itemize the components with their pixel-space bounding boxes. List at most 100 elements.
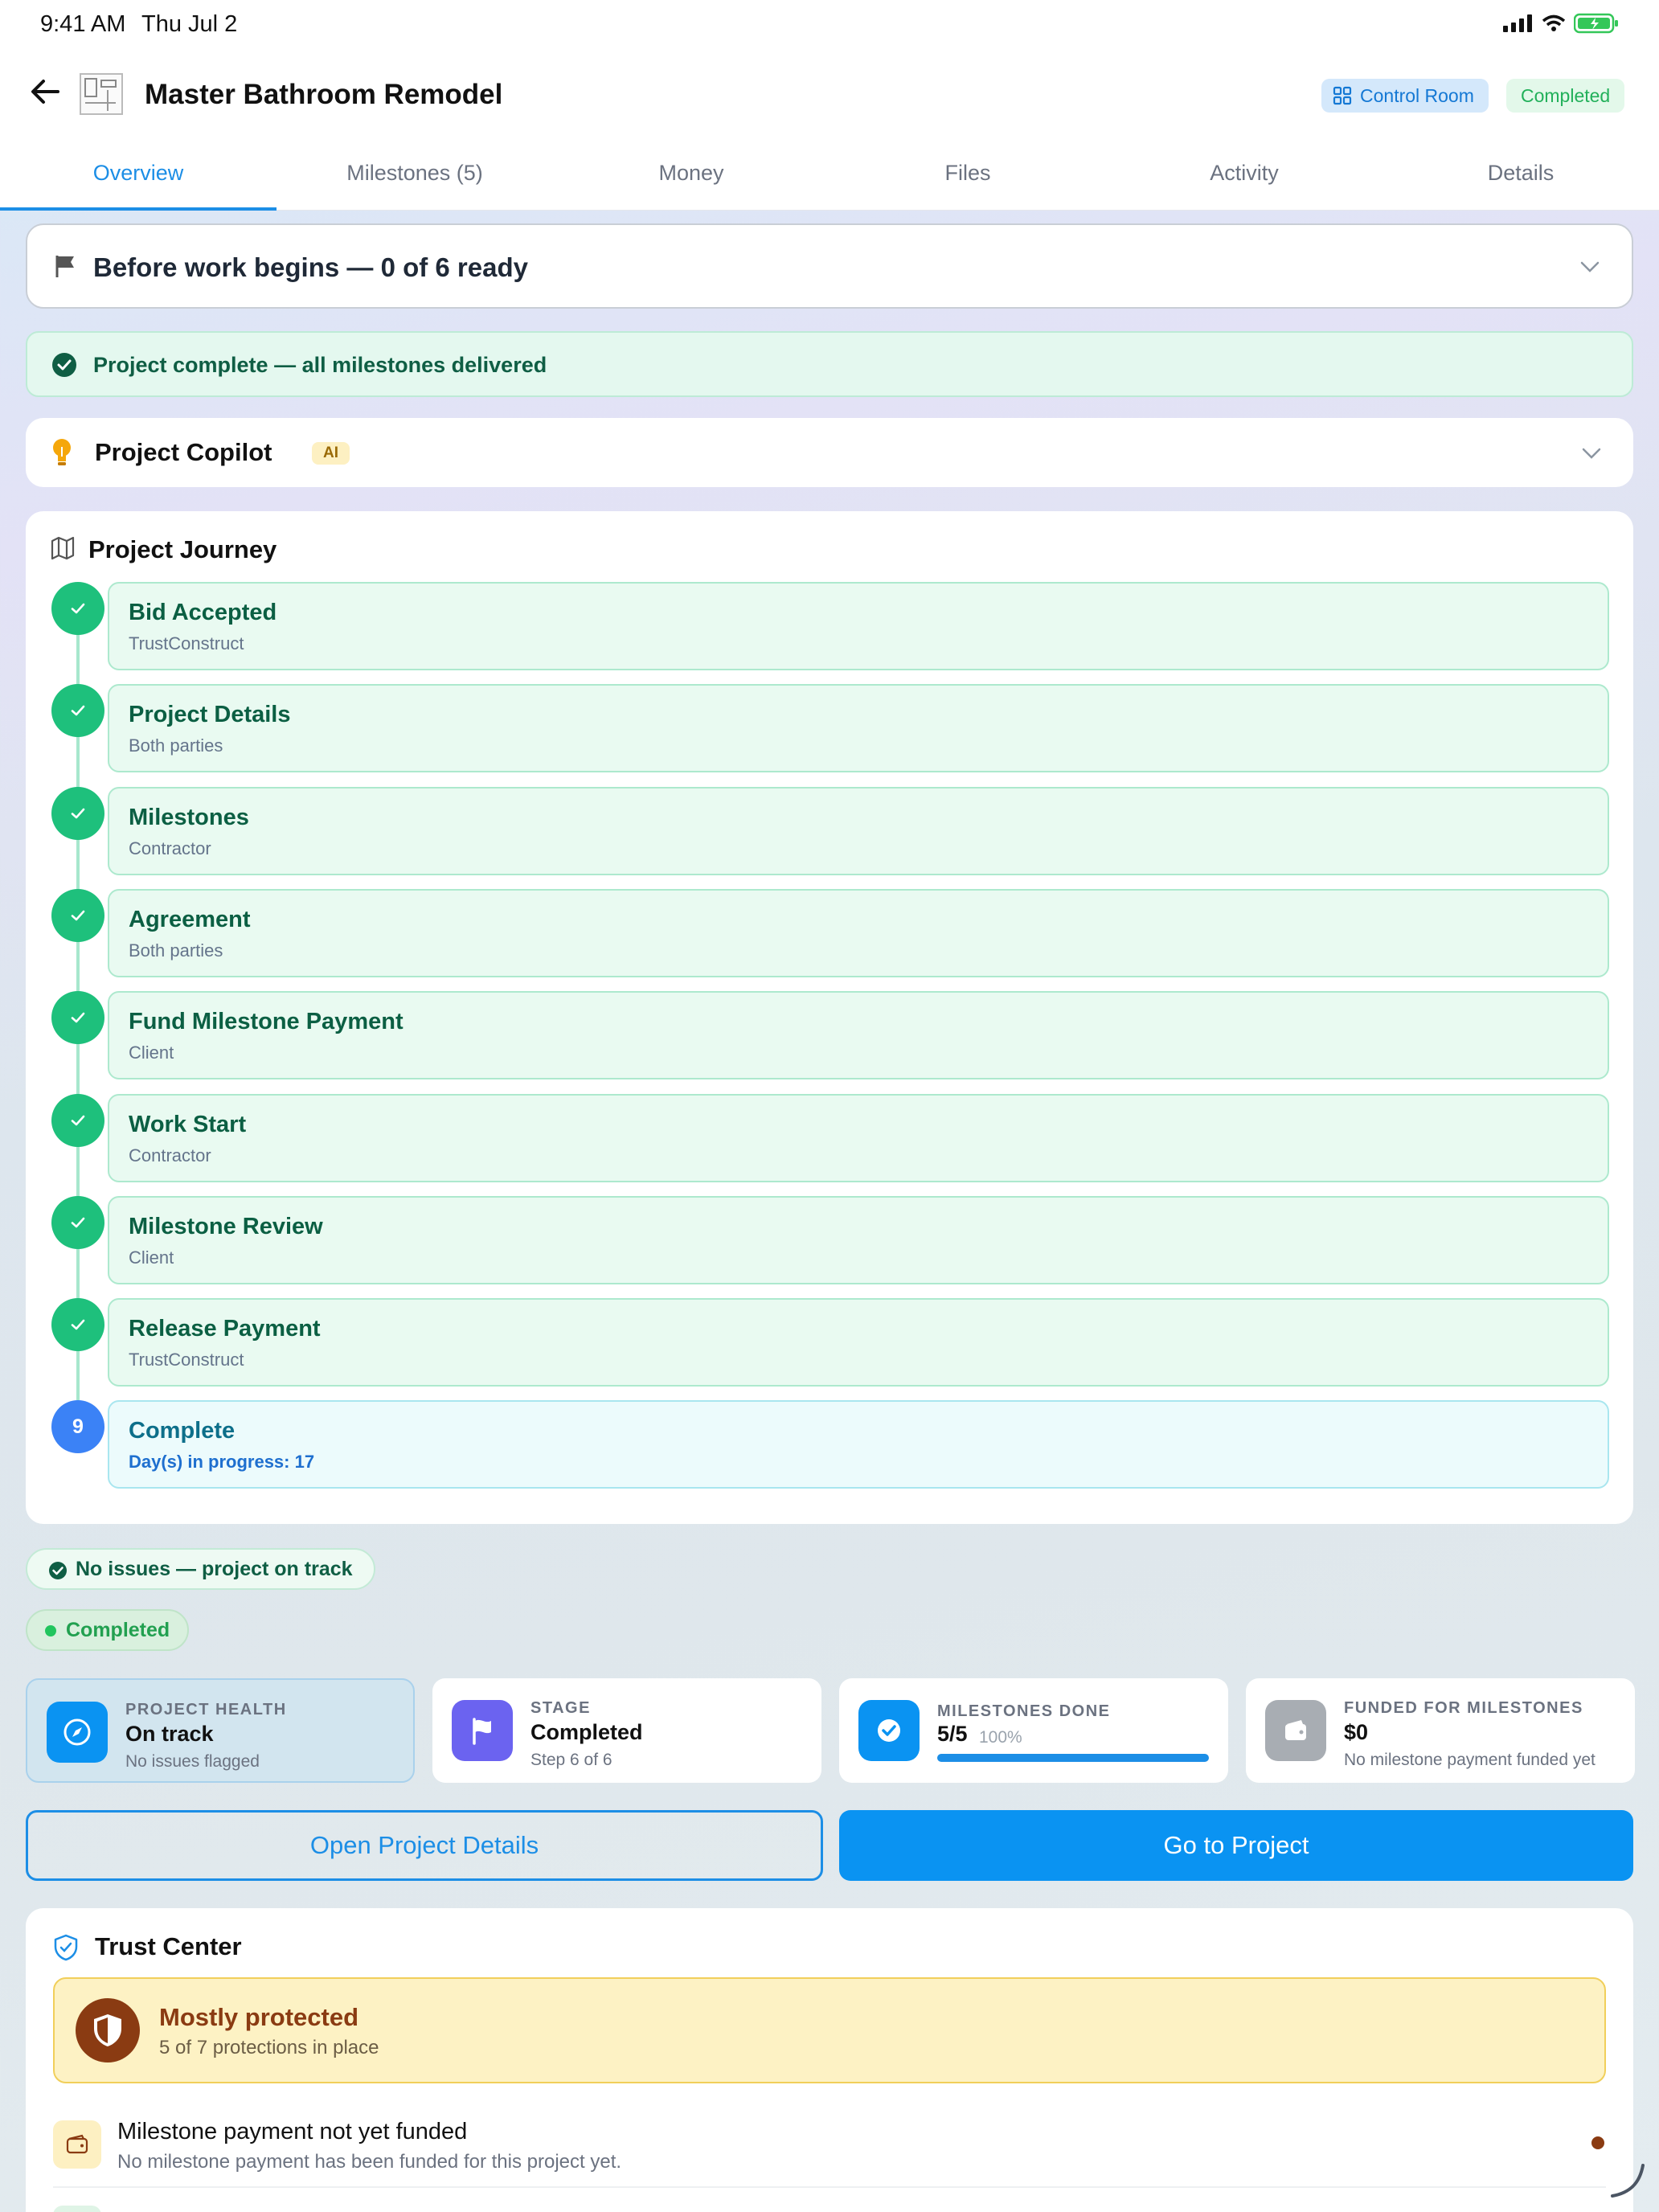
stat-sub: Step 6 of 6 xyxy=(530,1751,612,1769)
stat-value: Completed xyxy=(530,1720,643,1744)
tab-money[interactable]: Money xyxy=(553,148,830,210)
completed-chip: Completed xyxy=(26,1609,190,1651)
journey-step-sub: Client xyxy=(129,1043,174,1063)
trust-item[interactable]: Milestone payment not yet funded No mile… xyxy=(53,2119,1606,2188)
no-issues-chip: No issues — project on track xyxy=(26,1548,375,1590)
chevron-down-icon xyxy=(1580,261,1600,272)
journey-step-name: Fund Milestone Payment xyxy=(129,1009,403,1034)
check-circle-icon xyxy=(49,1562,67,1579)
tab-bar: Overview Milestones (5) Money Files Acti… xyxy=(0,148,1659,211)
stat-funded[interactable]: FUNDED FOR MILESTONES $0 No milestone pa… xyxy=(1246,1678,1635,1783)
resize-handle-icon[interactable] xyxy=(1608,2161,1648,2201)
journey-step-sub: Contractor xyxy=(129,838,211,858)
journey-step[interactable]: Work Start Contractor xyxy=(108,1094,1609,1182)
stat-label: MILESTONES DONE xyxy=(937,1702,1111,1720)
top-bar: 9:41 AM Thu Jul 2 Master Bathroom Remode… xyxy=(0,0,1659,211)
stat-milestones-done[interactable]: MILESTONES DONE 5/5 100% xyxy=(839,1678,1228,1783)
check-icon xyxy=(51,1196,104,1249)
open-project-details-button[interactable]: Open Project Details xyxy=(26,1810,823,1881)
journey-step-name: Bid Accepted xyxy=(129,600,277,625)
chevron-down-icon xyxy=(1582,448,1601,459)
check-icon xyxy=(51,1298,104,1351)
flag-icon xyxy=(55,256,74,277)
wallet-icon xyxy=(53,2120,101,2169)
wifi-icon xyxy=(1542,14,1566,31)
lightbulb-icon xyxy=(53,439,71,465)
journey-step[interactable]: Milestone Review Client xyxy=(108,1196,1609,1284)
stat-sub: No issues flagged xyxy=(125,1752,260,1771)
control-room-label: Control Room xyxy=(1360,84,1474,106)
stat-project-health[interactable]: PROJECT HEALTH On track No issues flagge… xyxy=(26,1678,415,1783)
step-number-badge: 9 xyxy=(51,1400,104,1453)
page-title: Master Bathroom Remodel xyxy=(145,79,503,110)
copilot-title: Project Copilot xyxy=(95,438,272,466)
wallet-icon xyxy=(1265,1700,1326,1761)
check-icon xyxy=(51,991,104,1044)
project-thumbnail xyxy=(80,73,123,115)
stat-percent: 100% xyxy=(979,1728,1022,1747)
grid-icon xyxy=(1333,86,1352,105)
protection-level: Mostly protected xyxy=(159,2003,359,2031)
journey-step[interactable]: Agreement Both parties xyxy=(108,889,1609,977)
stat-sub: No milestone payment funded yet xyxy=(1344,1751,1596,1769)
journey-step[interactable]: Fund Milestone Payment Client xyxy=(108,991,1609,1079)
journey-step[interactable]: Bid Accepted TrustConstruct xyxy=(108,582,1609,670)
before-work-panel[interactable]: Before work begins — 0 of 6 ready xyxy=(26,223,1633,309)
journey-title: Project Journey xyxy=(88,535,277,563)
trust-item-title: Milestone payment not yet funded xyxy=(117,2119,468,2144)
trust-item-icon-partial xyxy=(53,2206,101,2212)
journey-step[interactable]: Milestones Contractor xyxy=(108,787,1609,875)
protection-count: 5 of 7 protections in place xyxy=(159,2037,379,2058)
journey-step-name: Agreement xyxy=(129,907,251,932)
check-icon xyxy=(51,787,104,840)
back-button[interactable] xyxy=(26,72,64,111)
check-icon xyxy=(51,889,104,942)
flag-icon xyxy=(452,1700,513,1761)
tab-milestones[interactable]: Milestones (5) xyxy=(276,148,553,210)
stat-label: STAGE xyxy=(530,1699,591,1717)
check-circle-icon xyxy=(858,1700,920,1761)
status-time: 9:41 AM xyxy=(40,11,126,37)
tab-activity[interactable]: Activity xyxy=(1106,148,1382,210)
check-icon xyxy=(51,684,104,737)
tab-overview[interactable]: Overview xyxy=(0,148,276,211)
journey-step-sub: TrustConstruct xyxy=(129,633,244,653)
cellular-signal-icon xyxy=(1503,14,1532,32)
status-dot xyxy=(1591,2136,1604,2149)
battery-icon xyxy=(1574,13,1618,34)
check-circle-icon xyxy=(52,353,76,377)
journey-step-sub: TrustConstruct xyxy=(129,1350,244,1370)
stat-label: PROJECT HEALTH xyxy=(125,1701,287,1718)
no-issues-text: No issues — project on track xyxy=(76,1557,353,1580)
journey-step-name: Release Payment xyxy=(129,1316,321,1342)
tab-details[interactable]: Details xyxy=(1382,148,1659,210)
journey-step-name: Milestones xyxy=(129,805,249,830)
project-complete-text: Project complete — all milestones delive… xyxy=(93,353,547,377)
journey-step[interactable]: Project Details Both parties xyxy=(108,684,1609,772)
protection-level-box: Mostly protected 5 of 7 protections in p… xyxy=(53,1977,1606,2083)
tab-files[interactable]: Files xyxy=(830,148,1106,210)
shield-icon xyxy=(76,1998,140,2062)
milestones-progress-bar xyxy=(937,1754,1209,1762)
system-indicators xyxy=(1503,13,1619,34)
stat-value: On track xyxy=(125,1722,214,1746)
stat-stage[interactable]: STAGE Completed Step 6 of 6 xyxy=(432,1678,821,1783)
journey-step-name: Work Start xyxy=(129,1112,247,1137)
check-icon xyxy=(51,582,104,635)
journey-step-name: Complete xyxy=(129,1418,236,1444)
trust-item-sub: No milestone payment has been funded for… xyxy=(117,2151,622,2173)
journey-step-sub: Both parties xyxy=(129,940,223,961)
journey-step[interactable]: Release Payment TrustConstruct xyxy=(108,1298,1609,1387)
journey-step[interactable]: Complete Day(s) in progress: 17 xyxy=(108,1400,1609,1489)
project-copilot-panel[interactable]: Project Copilot AI xyxy=(26,418,1633,487)
control-room-button[interactable]: Control Room xyxy=(1321,79,1489,113)
status-date: Thu Jul 2 xyxy=(141,11,238,37)
arrow-left-icon xyxy=(31,80,59,104)
completed-text: Completed xyxy=(66,1618,170,1641)
header: Master Bathroom Remodel Control Room Com… xyxy=(0,63,1659,132)
status-bar: 9:41 AM Thu Jul 2 xyxy=(0,0,1659,51)
ai-badge: AI xyxy=(312,442,350,465)
check-icon xyxy=(51,1094,104,1147)
go-to-project-button[interactable]: Go to Project xyxy=(839,1810,1633,1881)
journey-step-sub: Contractor xyxy=(129,1145,211,1165)
